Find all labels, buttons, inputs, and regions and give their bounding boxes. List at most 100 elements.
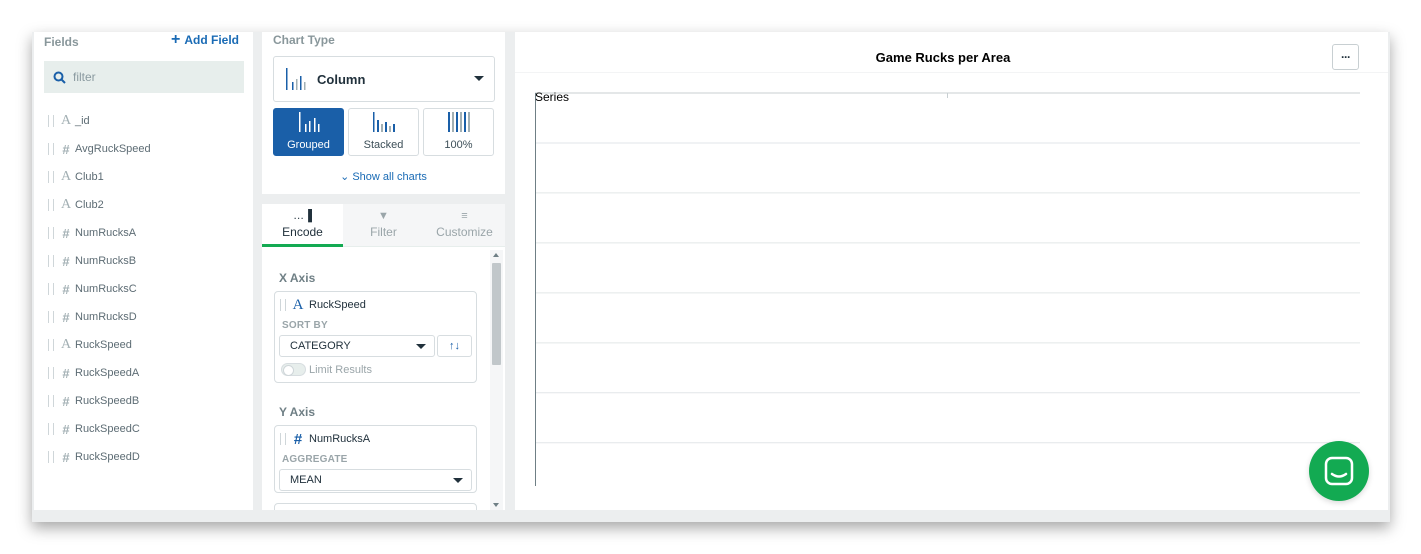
sliders-icon: ≡ (461, 210, 468, 222)
number-type-icon: # (62, 365, 70, 381)
field-search-input[interactable] (73, 70, 233, 84)
drag-handle-icon[interactable] (48, 143, 54, 155)
sort-by-select[interactable]: CATEGORY (279, 335, 435, 357)
scroll-up-icon[interactable] (493, 253, 499, 257)
number-type-icon: # (62, 253, 70, 269)
drag-handle-icon[interactable] (280, 299, 286, 311)
chart-variant-label: Stacked (363, 139, 404, 151)
drag-handle-icon[interactable] (48, 367, 54, 379)
add-field-button[interactable]: + Add Field (171, 32, 240, 48)
string-type-icon: A (60, 197, 72, 212)
drag-handle-icon[interactable] (48, 199, 54, 211)
limit-results-toggle[interactable] (281, 363, 306, 376)
field-item[interactable]: # RuckSpeedD (48, 443, 151, 471)
field-name: RuckSpeedC (75, 423, 140, 435)
field-search[interactable] (44, 61, 244, 93)
x-axis-field-pill[interactable]: A RuckSpeed (275, 292, 476, 318)
field-name: AvgRuckSpeed (75, 143, 151, 155)
drag-handle-icon[interactable] (280, 433, 286, 445)
aggregate-value: MEAN (290, 474, 322, 486)
tab-encode[interactable]: …▐ Encode (262, 204, 343, 247)
aggregate-select[interactable]: MEAN (279, 469, 472, 491)
field-item[interactable]: # RuckSpeedC (48, 415, 151, 443)
chart-type-select[interactable]: Column (273, 56, 495, 102)
sort-direction-button[interactable]: ↑↓ (437, 335, 472, 357)
field-item[interactable]: # RuckSpeedB (48, 387, 151, 415)
string-type-icon: A (60, 113, 72, 128)
y-axis-label: Y Axis (279, 405, 316, 419)
drag-handle-icon[interactable] (48, 451, 54, 463)
signal-bars-icon: …▐ (293, 210, 312, 222)
chart-variant-grouped[interactable]: Grouped (273, 108, 344, 156)
chart-type-panel: Chart Type Column Grouped Stacked 100% ⌄ S… (262, 32, 505, 194)
filter-icon: ▼ (378, 210, 389, 222)
drag-handle-icon[interactable] (48, 227, 54, 239)
string-type-icon: A (60, 337, 72, 352)
y-axis-channel: # NumRucksA AGGREGATE MEAN (274, 425, 477, 493)
scroll-thumb[interactable] (492, 263, 501, 365)
chart-variant-icon (447, 112, 471, 139)
tab-filter[interactable]: ▼ Filter (343, 204, 424, 246)
chat-icon (1324, 456, 1354, 486)
drag-handle-icon[interactable] (48, 283, 54, 295)
chevron-down-icon (453, 478, 463, 483)
field-name: NumRucksA (75, 227, 137, 239)
drag-handle-icon[interactable] (48, 395, 54, 407)
y-axis-field-pill[interactable]: # NumRucksA (275, 426, 476, 452)
chart-panel: Game Rucks per Area ··· Series (515, 32, 1388, 510)
x-axis-field-name: RuckSpeed (309, 299, 366, 311)
number-type-icon: # (62, 421, 70, 437)
encode-scrollbar[interactable] (490, 250, 503, 510)
more-options-button[interactable]: ··· (1332, 44, 1359, 70)
chevron-down-icon (416, 344, 426, 349)
drag-handle-icon[interactable] (48, 171, 54, 183)
chevron-down-icon: ⌄ (340, 171, 350, 183)
fields-panel: Fields + Add Field A_id#AvgRuckSpeedAClu… (34, 32, 253, 510)
tab-label: Customize (436, 225, 493, 239)
encode-tabs: …▐ Encode ▼ Filter ≡ Customize (262, 204, 505, 247)
field-item[interactable]: # AvgRuckSpeed (48, 135, 151, 163)
sort-order-icon: ↑↓ (449, 340, 460, 352)
number-type-icon: # (62, 141, 70, 157)
tab-customize[interactable]: ≡ Customize (424, 204, 505, 246)
drag-handle-icon[interactable] (48, 423, 54, 435)
add-field-label: Add Field (184, 33, 240, 47)
drag-handle-icon[interactable] (48, 311, 54, 323)
scroll-down-icon[interactable] (493, 503, 499, 507)
string-type-icon: A (60, 169, 72, 184)
chat-support-button[interactable] (1309, 441, 1369, 501)
field-item[interactable]: # NumRucksC (48, 275, 151, 303)
chevron-down-icon (474, 76, 484, 81)
number-type-icon: # (62, 393, 70, 409)
field-name: NumRucksC (75, 283, 137, 295)
search-icon (53, 71, 66, 84)
field-name: Club2 (75, 199, 104, 211)
chart-variant-100percent[interactable]: 100% (423, 108, 494, 156)
field-item[interactable]: A Club1 (48, 163, 151, 191)
number-type-icon: # (62, 281, 70, 297)
field-item[interactable]: A Club2 (48, 191, 151, 219)
field-item[interactable]: # NumRucksB (48, 247, 151, 275)
chart-variant-icon (372, 112, 396, 139)
x-axis-label: X Axis (279, 271, 316, 285)
number-type-icon: # (62, 309, 70, 325)
field-name: RuckSpeedA (75, 367, 140, 379)
chart-svg: Series (535, 90, 1360, 486)
column-chart-icon (286, 68, 306, 90)
field-item[interactable]: A RuckSpeed (48, 331, 151, 359)
series-legend-label: Series (535, 90, 569, 104)
field-name: Club1 (75, 171, 104, 183)
chart-title: Game Rucks per Area (875, 50, 1011, 65)
field-name: RuckSpeedB (75, 395, 140, 407)
drag-handle-icon[interactable] (48, 115, 54, 127)
chart-type-title: Chart Type (273, 33, 335, 47)
show-all-charts-link[interactable]: ⌄ Show all charts (262, 170, 505, 183)
field-item[interactable]: # RuckSpeedA (48, 359, 151, 387)
field-name: RuckSpeed (75, 339, 132, 351)
field-item[interactable]: A _id (48, 107, 151, 135)
drag-handle-icon[interactable] (48, 255, 54, 267)
field-item[interactable]: # NumRucksA (48, 219, 151, 247)
chart-variant-stacked[interactable]: Stacked (348, 108, 419, 156)
field-item[interactable]: # NumRucksD (48, 303, 151, 331)
drag-handle-icon[interactable] (48, 339, 54, 351)
